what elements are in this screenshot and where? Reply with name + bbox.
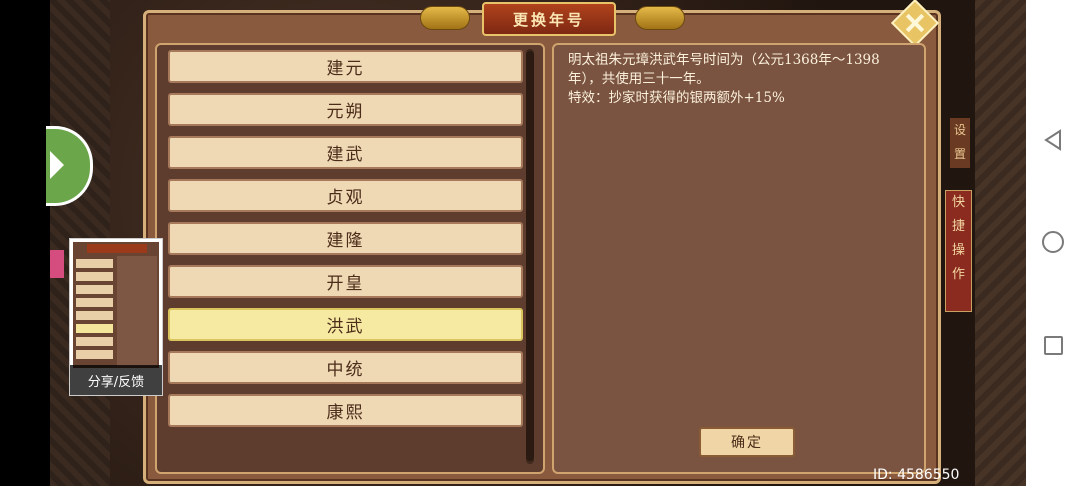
title-ornament-right bbox=[635, 6, 685, 30]
quick-ops-char-1: 快 bbox=[951, 195, 965, 210]
era-description-text: 明太祖朱元璋洪武年号时间为（公元1368年～1398年），共使用三十一年。 特效… bbox=[568, 51, 912, 108]
preview-row-selected bbox=[76, 324, 113, 333]
list-scrollbar[interactable] bbox=[526, 49, 534, 464]
preview-row bbox=[76, 259, 113, 268]
quick-ops-char-2: 捷 bbox=[951, 219, 965, 234]
preview-title-bar bbox=[87, 244, 147, 253]
era-item-zhenguan[interactable]: 贞观 bbox=[168, 179, 523, 212]
preview-row bbox=[76, 298, 113, 307]
screenshot-preview bbox=[73, 242, 159, 368]
era-description-panel: 明太祖朱元璋洪武年号时间为（公元1368年～1398年），共使用三十一年。 特效… bbox=[552, 43, 926, 474]
player-id: ID: 4586550 bbox=[873, 467, 960, 483]
left-black-bar bbox=[0, 0, 50, 486]
preview-row bbox=[76, 285, 113, 294]
era-item-kaihuang[interactable]: 开皇 bbox=[168, 265, 523, 298]
era-item-jianlong[interactable]: 建隆 bbox=[168, 222, 523, 255]
share-feedback-label[interactable]: 分享/反馈 bbox=[70, 365, 162, 395]
square-recent-icon[interactable] bbox=[1026, 325, 1080, 365]
dialog-title: 更换年号 bbox=[512, 10, 585, 29]
preview-description bbox=[117, 256, 157, 366]
era-list-panel: 建元 元朔 建武 贞观 建隆 开皇 洪武 中统 康熙 bbox=[155, 43, 545, 474]
list-scrollbar-thumb[interactable] bbox=[526, 51, 534, 461]
expand-arrow-icon bbox=[50, 151, 64, 179]
preview-row bbox=[76, 272, 113, 281]
title-ornament-left bbox=[420, 6, 470, 30]
description-line-1: 明太祖朱元璋洪武年号时间为（公元1368年～1398年），共使用三十一年。 bbox=[568, 52, 880, 87]
quick-ops-char-4: 作 bbox=[951, 267, 965, 282]
era-item-kangxi[interactable]: 康熙 bbox=[168, 394, 523, 427]
setting-side-button[interactable]: 设置 bbox=[950, 118, 970, 168]
right-decorative-pattern bbox=[975, 0, 1026, 486]
era-item-yuanshuo[interactable]: 元朔 bbox=[168, 93, 523, 126]
preview-row bbox=[76, 350, 113, 359]
preview-row bbox=[76, 337, 113, 346]
confirm-button[interactable]: 确定 bbox=[699, 427, 795, 457]
description-line-2: 特效：抄家时获得的银两额外+15% bbox=[568, 90, 785, 106]
quick-ops-side-button[interactable]: 快 捷 操 作 bbox=[945, 190, 972, 312]
era-item-zhongtong[interactable]: 中统 bbox=[168, 351, 523, 384]
triangle-back-icon[interactable] bbox=[1026, 120, 1080, 160]
android-navigation-bar bbox=[1026, 0, 1080, 486]
era-item-hongwu-selected[interactable]: 洪武 bbox=[168, 308, 523, 341]
era-item-jianwu[interactable]: 建武 bbox=[168, 136, 523, 169]
circle-home-icon[interactable] bbox=[1026, 222, 1080, 262]
share-feedback-thumbnail[interactable]: 分享/反馈 bbox=[69, 238, 163, 396]
pink-side-tab[interactable] bbox=[50, 250, 64, 278]
dialog-title-plaque: 更换年号 bbox=[482, 2, 616, 36]
era-item-jianyuan[interactable]: 建元 bbox=[168, 50, 523, 83]
preview-row bbox=[76, 311, 113, 320]
quick-ops-char-3: 操 bbox=[951, 243, 965, 258]
